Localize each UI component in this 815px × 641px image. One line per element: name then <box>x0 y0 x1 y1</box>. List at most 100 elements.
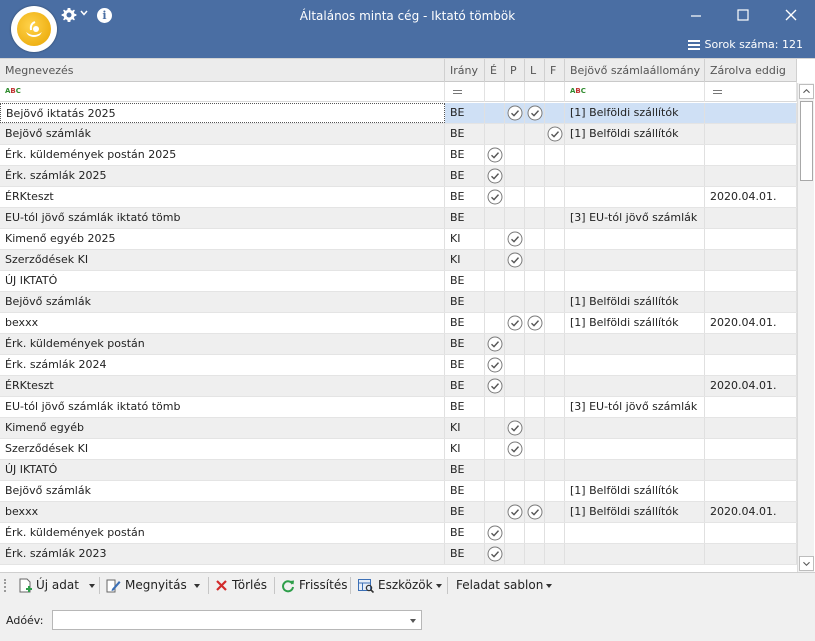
open-dropdown[interactable] <box>191 576 200 595</box>
cell-name[interactable]: Érk. küldemények postán 2025 <box>0 145 445 165</box>
cell-ledger[interactable]: [1] Belföldi szállítók <box>565 502 705 522</box>
table-row[interactable]: bexxx BE [1] Belföldi szállítók 2020.04.01. <box>0 502 797 523</box>
table-row[interactable]: Bejövő számlák BE [1] Belföldi szállítók <box>0 292 797 313</box>
cell-e[interactable] <box>485 502 505 522</box>
cell-ledger[interactable] <box>565 544 705 564</box>
table-row[interactable]: Érk. küldemények postán 2025 BE <box>0 145 797 166</box>
filter-cell-direction[interactable] <box>445 82 485 102</box>
cell-locked[interactable] <box>705 292 797 312</box>
cell-dir[interactable]: BE <box>445 481 485 501</box>
cell-e[interactable] <box>485 523 505 543</box>
cell-l[interactable] <box>525 250 545 270</box>
filter-cell-p[interactable] <box>505 82 525 102</box>
cell-locked[interactable] <box>705 250 797 270</box>
cell-f[interactable] <box>545 397 565 417</box>
column-header-locked[interactable]: Zárolva eddig <box>705 59 797 82</box>
cell-ledger[interactable] <box>565 460 705 480</box>
cell-dir[interactable]: BE <box>445 145 485 165</box>
cell-locked[interactable] <box>705 418 797 438</box>
cell-ledger[interactable] <box>565 376 705 396</box>
tax-year-select[interactable] <box>52 610 422 630</box>
toolbar-grip[interactable] <box>4 579 6 592</box>
cell-locked[interactable] <box>705 355 797 375</box>
cell-dir[interactable]: BE <box>445 313 485 333</box>
chevron-down-icon[interactable] <box>410 619 416 623</box>
cell-l[interactable] <box>525 523 545 543</box>
cell-e[interactable] <box>485 355 505 375</box>
cell-name[interactable]: Bejövő számlák <box>0 481 445 501</box>
cell-f[interactable] <box>545 502 565 522</box>
cell-ledger[interactable] <box>565 271 705 291</box>
column-header-ledger[interactable]: Bejövő számlaállomány <box>565 59 705 82</box>
cell-e[interactable] <box>485 124 505 144</box>
cell-dir[interactable]: BE <box>445 124 485 144</box>
column-header-p[interactable]: P <box>505 59 525 82</box>
cell-f[interactable] <box>545 271 565 291</box>
cell-e[interactable] <box>485 460 505 480</box>
filter-cell-e[interactable] <box>485 82 505 102</box>
cell-name[interactable]: Szerződések KI <box>0 439 445 459</box>
cell-e[interactable] <box>485 544 505 564</box>
cell-name[interactable]: Érk. számlák 2023 <box>0 544 445 564</box>
cell-ledger[interactable]: [1] Belföldi szállítók <box>565 124 705 144</box>
cell-p[interactable] <box>505 145 525 165</box>
cell-p[interactable] <box>505 103 525 123</box>
cell-l[interactable] <box>525 544 545 564</box>
cell-p[interactable] <box>505 523 525 543</box>
cell-ledger[interactable]: [1] Belföldi szállítók <box>565 292 705 312</box>
cell-e[interactable] <box>485 334 505 354</box>
cell-e[interactable] <box>485 313 505 333</box>
cell-locked[interactable] <box>705 397 797 417</box>
scroll-down-icon[interactable] <box>799 556 814 571</box>
filter-cell-ledger[interactable]: ABC <box>565 82 705 102</box>
cell-locked[interactable] <box>705 460 797 480</box>
cell-dir[interactable]: BE <box>445 103 485 123</box>
cell-p[interactable] <box>505 313 525 333</box>
cell-name[interactable]: Érk. küldemények postán <box>0 334 445 354</box>
cell-e[interactable] <box>485 208 505 228</box>
table-row[interactable]: EU-tól jövő számlák iktató tömb BE [3] EU-… <box>0 208 797 229</box>
cell-locked[interactable] <box>705 208 797 228</box>
cell-f[interactable] <box>545 292 565 312</box>
cell-f[interactable] <box>545 166 565 186</box>
cell-locked[interactable] <box>705 229 797 249</box>
cell-e[interactable] <box>485 481 505 501</box>
tax-year-input[interactable] <box>53 611 398 629</box>
cell-dir[interactable]: BE <box>445 502 485 522</box>
cell-dir[interactable]: BE <box>445 355 485 375</box>
cell-ledger[interactable] <box>565 355 705 375</box>
cell-p[interactable] <box>505 544 525 564</box>
cell-e[interactable] <box>485 145 505 165</box>
cell-ledger[interactable] <box>565 145 705 165</box>
cell-locked[interactable] <box>705 439 797 459</box>
cell-ledger[interactable] <box>565 250 705 270</box>
cell-locked[interactable] <box>705 103 797 123</box>
filter-cell-f[interactable] <box>545 82 565 102</box>
cell-p[interactable] <box>505 376 525 396</box>
cell-dir[interactable]: KI <box>445 250 485 270</box>
table-row[interactable]: ÉRKteszt BE 2020.04.01. <box>0 376 797 397</box>
cell-l[interactable] <box>525 271 545 291</box>
cell-e[interactable] <box>485 292 505 312</box>
cell-f[interactable] <box>545 313 565 333</box>
cell-l[interactable] <box>525 376 545 396</box>
cell-p[interactable] <box>505 187 525 207</box>
cell-f[interactable] <box>545 460 565 480</box>
cell-p[interactable] <box>505 250 525 270</box>
cell-dir[interactable]: BE <box>445 544 485 564</box>
cell-p[interactable] <box>505 439 525 459</box>
cell-dir[interactable]: KI <box>445 418 485 438</box>
cell-dir[interactable]: BE <box>445 397 485 417</box>
cell-l[interactable] <box>525 334 545 354</box>
cell-locked[interactable] <box>705 544 797 564</box>
cell-f[interactable] <box>545 523 565 543</box>
cell-dir[interactable]: BE <box>445 187 485 207</box>
close-icon[interactable] <box>776 4 806 26</box>
cell-dir[interactable]: KI <box>445 439 485 459</box>
cell-p[interactable] <box>505 271 525 291</box>
cell-name[interactable]: EU-tól jövő számlák iktató tömb <box>0 397 445 417</box>
cell-f[interactable] <box>545 418 565 438</box>
cell-ledger[interactable] <box>565 229 705 249</box>
cell-name[interactable]: Bejövő számlák <box>0 124 445 144</box>
filter-cell-name[interactable]: ABC <box>0 82 445 102</box>
